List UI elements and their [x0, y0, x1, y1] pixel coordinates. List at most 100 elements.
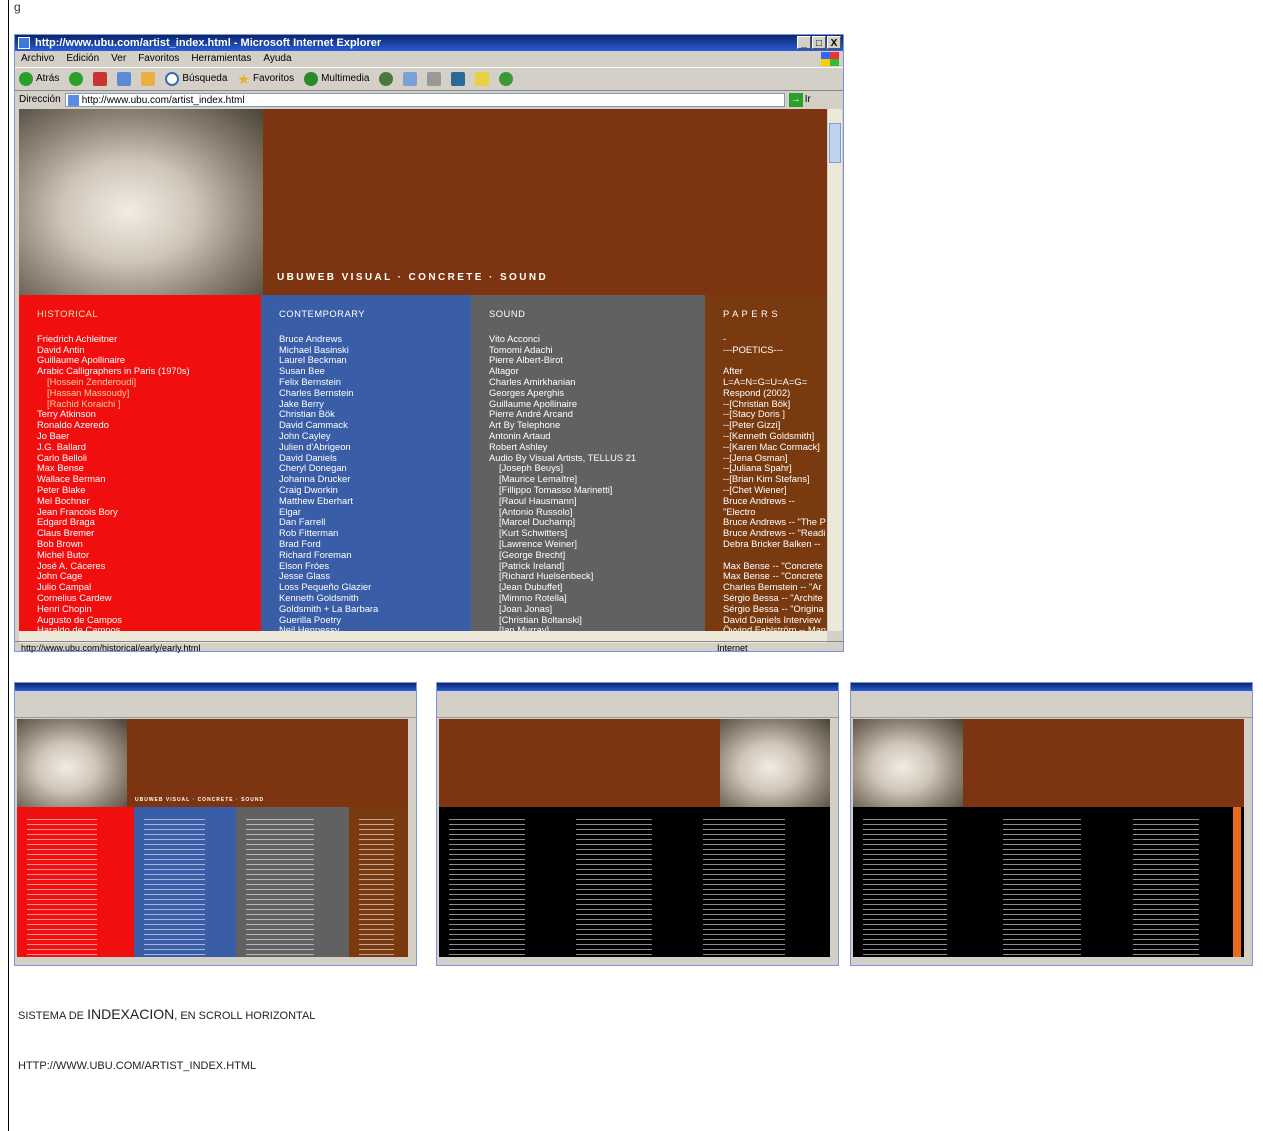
- status-zone: Internet: [717, 643, 748, 653]
- page-icon: [67, 95, 79, 106]
- thumb-col-2: [993, 807, 1123, 957]
- maximize-button[interactable]: □: [812, 36, 826, 49]
- favorites-label: Favoritos: [252, 73, 295, 84]
- thumbnail-banner: [853, 719, 1244, 807]
- column-papers: P A P E R S - ---POETICS--- After L=A=N=G=…: [705, 295, 827, 631]
- banner: UBUWEB VISUAL · CONCRETE · SOUND: [19, 109, 827, 295]
- menu-ver[interactable]: Ver: [111, 51, 126, 67]
- edit-button[interactable]: [451, 72, 466, 86]
- left-margin-rule: [8, 0, 9, 1131]
- stop-button[interactable]: [93, 72, 108, 86]
- menu-herramientas[interactable]: Herramientas: [191, 51, 251, 67]
- menu-edicion[interactable]: Edición: [66, 51, 99, 67]
- windows-logo-icon: [821, 52, 839, 66]
- home-button[interactable]: [141, 72, 156, 86]
- go-label: Ir: [804, 94, 811, 105]
- thumbnail-photo: [853, 719, 963, 807]
- vertical-scrollbar[interactable]: [827, 109, 842, 631]
- forward-button[interactable]: [69, 72, 84, 86]
- banner-title: UBUWEB VISUAL · CONCRETE · SOUND: [277, 272, 549, 283]
- index-link[interactable]: J.G. Ballard: [37, 441, 261, 453]
- print-button[interactable]: [427, 72, 442, 86]
- index-link[interactable]: Respond (2002): [723, 387, 827, 399]
- thumbnail-toolbar: [851, 691, 1252, 718]
- menu-ayuda[interactable]: Ayuda: [263, 51, 291, 67]
- messenger-button[interactable]: [499, 72, 514, 86]
- star-icon: ★: [237, 71, 250, 87]
- index-link[interactable]: Bruce Andrews -- "Electro: [723, 495, 827, 518]
- index-link[interactable]: Ronaldo Azeredo: [37, 419, 261, 431]
- favorites-button[interactable]: ★ Favoritos: [237, 68, 294, 90]
- scroll-thumb[interactable]: [829, 123, 841, 163]
- window-title: http://www.ubu.com/artist_index.html - M…: [35, 37, 382, 49]
- go-arrow-icon: →: [788, 93, 803, 107]
- index-link[interactable]: Matthew Eberhart: [279, 495, 471, 507]
- mail-button[interactable]: [403, 72, 418, 86]
- stop-icon: [93, 72, 108, 86]
- discuss-button[interactable]: [475, 72, 490, 86]
- thumb-col-papers: [349, 807, 408, 957]
- thumbnail-titlebar: [851, 683, 1252, 691]
- index-link[interactable]: Pierre Albert-Birot: [489, 355, 705, 366]
- multimedia-label: Multimedia: [321, 73, 370, 84]
- thumbnail-titlebar: [437, 683, 838, 691]
- index-link[interactable]: Georges Aperghis: [489, 387, 705, 399]
- thumbnail-toolbar: [15, 691, 416, 718]
- index-link[interactable]: [Raoul Hausmann]: [489, 495, 705, 507]
- close-button[interactable]: X: [827, 36, 841, 49]
- history-button[interactable]: [379, 72, 394, 86]
- menu-archivo[interactable]: Archivo: [21, 51, 54, 67]
- index-link[interactable]: Goldsmith + La Barbara: [279, 603, 471, 615]
- index-link[interactable]: --[Karen Mac Cormack]: [723, 441, 827, 453]
- mail-icon: [403, 72, 418, 86]
- search-button[interactable]: Búsqueda: [165, 68, 227, 90]
- index-link[interactable]: Charles Bernstein: [279, 387, 471, 399]
- back-arrow-icon: [19, 72, 33, 86]
- index-link[interactable]: Bruce Andrews: [279, 333, 471, 345]
- thumbnail-1: UBUWEB VISUAL · CONCRETE · SOUND: [14, 682, 417, 966]
- index-link[interactable]: Mel Bochner: [37, 495, 261, 507]
- menu-favoritos[interactable]: Favoritos: [138, 51, 179, 67]
- index-link[interactable]: Michel Butor: [37, 549, 261, 561]
- index-link[interactable]: Richard Foreman: [279, 549, 471, 561]
- index-columns: HISTORICAL Friedrich Achleitner David Anti…: [19, 295, 827, 631]
- index-link[interactable]: [Hassan Massoudy]: [37, 387, 261, 399]
- index-link[interactable]: [George Brecht]: [489, 549, 705, 561]
- index-link[interactable]: -: [723, 333, 827, 345]
- thumbnail-photo: [720, 719, 830, 807]
- go-button[interactable]: → Ir: [788, 91, 811, 109]
- thumb-col-historical: [17, 807, 135, 957]
- index-link[interactable]: [Joan Jonas]: [489, 603, 705, 615]
- refresh-icon: [117, 72, 132, 86]
- refresh-button[interactable]: [117, 72, 132, 86]
- address-input[interactable]: http://www.ubu.com/artist_index.html: [64, 93, 785, 107]
- thumbnail-viewport: [439, 719, 830, 957]
- caption-part-1: SISTEMA DE: [18, 1010, 88, 1022]
- index-link[interactable]: ---POETICS---: [723, 344, 827, 356]
- index-link[interactable]: Debra Bricker Balken --: [723, 538, 827, 550]
- thumbnail-titlebar: [15, 683, 416, 691]
- browser-window: http://www.ubu.com/artist_index.html - M…: [14, 34, 844, 653]
- thumbnail-viewport: UBUWEB VISUAL · CONCRETE · SOUND: [17, 719, 408, 957]
- index-link[interactable]: Henri Chopin: [37, 603, 261, 615]
- search-label: Búsqueda: [182, 73, 228, 84]
- column-heading: CONTEMPORARY: [279, 308, 366, 319]
- thumb-col-sound: [235, 807, 350, 957]
- thumbnail-3: [850, 682, 1253, 966]
- thumb-col-contemporary: [134, 807, 236, 957]
- home-icon: [141, 72, 156, 86]
- index-link[interactable]: Robert Ashley: [489, 441, 705, 453]
- back-button[interactable]: Atrás: [19, 68, 59, 90]
- minimize-button[interactable]: _: [797, 36, 811, 49]
- index-link[interactable]: After L=A=N=G=U=A=G=: [723, 365, 827, 388]
- thumbnail-statusbar: [15, 957, 416, 965]
- column-heading: P A P E R S: [723, 308, 779, 319]
- index-link[interactable]: Vito Acconci: [489, 333, 705, 345]
- address-value: http://www.ubu.com/artist_index.html: [81, 95, 245, 106]
- url-caption: HTTP://WWW.UBU.COM/ARTIST_INDEX.HTML: [18, 1060, 257, 1072]
- index-link[interactable]: Sérgio Bessa -- "Origina: [723, 603, 827, 615]
- column-heading: SOUND: [489, 308, 526, 319]
- index-link[interactable]: Friedrich Achleitner: [37, 333, 261, 345]
- multimedia-button[interactable]: Multimedia: [304, 68, 369, 90]
- index-link[interactable]: Julien d'Abrigeon: [279, 441, 471, 453]
